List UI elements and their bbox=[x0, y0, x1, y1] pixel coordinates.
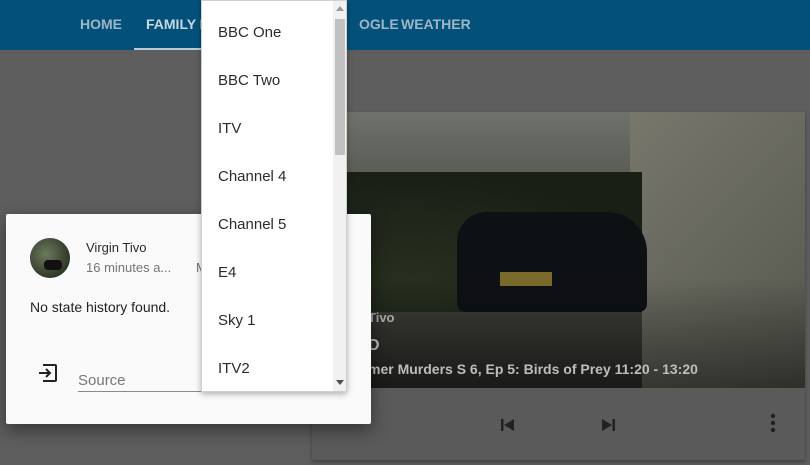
scroll-down-arrow-icon[interactable] bbox=[336, 380, 344, 385]
skip-previous-icon[interactable] bbox=[499, 416, 517, 439]
scrollbar-thumb[interactable] bbox=[335, 19, 345, 155]
source-select-input[interactable] bbox=[78, 364, 208, 392]
media-now-playing: mer Murders S 6, Ep 5: Birds of Prey 11:… bbox=[368, 361, 698, 377]
skip-next-icon[interactable] bbox=[599, 416, 617, 439]
dropdown-scrollbar[interactable] bbox=[333, 1, 346, 391]
entity-avatar bbox=[30, 238, 70, 278]
scroll-up-arrow-icon[interactable] bbox=[336, 6, 344, 11]
source-dropdown-list[interactable]: BBC One BBC Two ITV Channel 4 Channel 5 … bbox=[201, 0, 347, 392]
app-header: HOME FAMILY R OGLE WEATHER bbox=[0, 0, 810, 50]
input-icon bbox=[37, 362, 59, 384]
media-controls bbox=[312, 388, 805, 460]
media-source-name: Tivo bbox=[368, 310, 395, 325]
source-option[interactable]: BBC One bbox=[218, 24, 281, 41]
source-option[interactable]: E4 bbox=[218, 264, 236, 281]
more-vert-icon[interactable] bbox=[768, 412, 778, 440]
source-option[interactable]: BBC Two bbox=[218, 72, 280, 89]
source-option[interactable]: Channel 5 bbox=[218, 216, 286, 233]
entity-name: Virgin Tivo bbox=[86, 240, 147, 255]
media-player-card: Tivo D mer Murders S 6, Ep 5: Birds of P… bbox=[312, 112, 805, 460]
media-artwork: Tivo D mer Murders S 6, Ep 5: Birds of P… bbox=[312, 112, 805, 388]
source-option[interactable]: Sky 1 bbox=[218, 312, 256, 329]
source-option[interactable]: Channel 4 bbox=[218, 168, 286, 185]
tab-weather[interactable]: WEATHER bbox=[389, 0, 483, 50]
history-message: No state history found. bbox=[30, 299, 171, 315]
source-option[interactable]: ITV bbox=[218, 120, 241, 137]
entity-last-changed: 16 minutes a... bbox=[86, 260, 172, 275]
source-option[interactable]: ITV2 bbox=[218, 360, 250, 377]
tab-home[interactable]: HOME bbox=[68, 0, 134, 50]
